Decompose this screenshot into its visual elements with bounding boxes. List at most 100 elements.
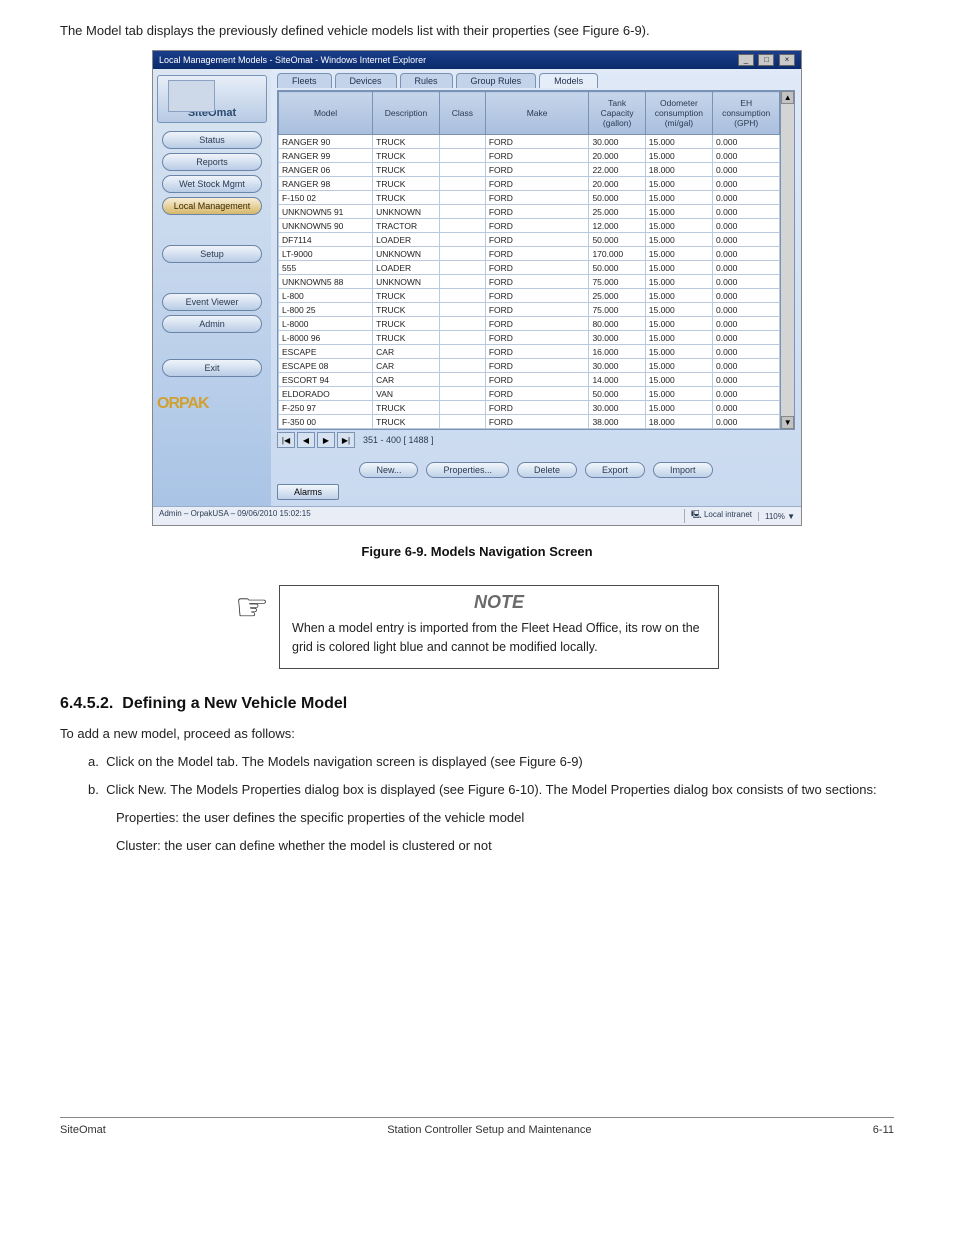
col-header[interactable]: Description [373,92,440,135]
table-cell [439,261,485,275]
table-cell: F-250 97 [279,401,373,415]
figure-caption: Figure 6-9. Models Navigation Screen [60,544,894,559]
table-cell: 0.000 [713,415,780,429]
export-button[interactable]: Export [585,462,645,478]
pager-first-button[interactable]: |◀ [277,432,295,448]
scroll-down-icon[interactable]: ▼ [781,416,794,429]
delete-button[interactable]: Delete [517,462,577,478]
note-box: NOTE When a model entry is imported from… [279,585,719,669]
alarms-button[interactable]: Alarms [277,484,339,500]
table-cell: 15.000 [645,233,712,247]
table-cell: 0.000 [713,233,780,247]
table-cell: 50.000 [589,387,645,401]
table-cell: 30.000 [589,135,645,149]
scroll-up-icon[interactable]: ▲ [781,91,794,104]
table-cell: UNKNOWN [373,275,440,289]
table-cell: 25.000 [589,289,645,303]
tab-rules[interactable]: Rules [400,73,453,88]
window-title-bar: Local Management Models - SiteOmat - Win… [153,51,801,69]
table-row[interactable]: LT-9000UNKNOWNFORD170.00015.0000.000 [279,247,780,261]
pager-last-button[interactable]: ▶| [337,432,355,448]
table-cell: TRUCK [373,331,440,345]
sidebar-item-reports[interactable]: Reports [162,153,262,171]
table-row[interactable]: L-8000 96TRUCKFORD30.00015.0000.000 [279,331,780,345]
col-header[interactable]: Make [485,92,589,135]
new-button[interactable]: New... [359,462,418,478]
sidebar-item-admin[interactable]: Admin [162,315,262,333]
col-header[interactable]: Odometer consumption (mi/gal) [645,92,712,135]
table-row[interactable]: RANGER 98TRUCKFORD20.00015.0000.000 [279,177,780,191]
status-left: Admin – OrpakUSA – 09/06/2010 15:02:15 [159,509,311,523]
table-row[interactable]: F-150 02TRUCKFORD50.00015.0000.000 [279,191,780,205]
properties-button[interactable]: Properties... [426,462,509,478]
close-icon[interactable]: × [779,54,795,66]
table-cell: FORD [485,233,589,247]
sidebar-item-wet-stock-mgmt[interactable]: Wet Stock Mgmt [162,175,262,193]
sidebar-item-status[interactable]: Status [162,131,262,149]
table-cell [439,191,485,205]
table-row[interactable]: RANGER 99TRUCKFORD20.00015.0000.000 [279,149,780,163]
table-cell: 75.000 [589,303,645,317]
table-row[interactable]: ESCAPECARFORD16.00015.0000.000 [279,345,780,359]
import-button[interactable]: Import [653,462,713,478]
col-header[interactable]: Class [439,92,485,135]
intro-paragraph: The Model tab displays the previously de… [60,20,894,42]
table-cell: 18.000 [645,415,712,429]
table-row[interactable]: UNKNOWN5 90TRACTORFORD12.00015.0000.000 [279,219,780,233]
table-row[interactable]: DF7114LOADERFORD50.00015.0000.000 [279,233,780,247]
table-cell: 0.000 [713,177,780,191]
table-cell: 0.000 [713,163,780,177]
tab-group-rules[interactable]: Group Rules [456,73,537,88]
sidebar-item-local-management[interactable]: Local Management [162,197,262,215]
col-header[interactable]: Model [279,92,373,135]
table-row[interactable]: ELDORADOVANFORD50.00015.0000.000 [279,387,780,401]
table-cell: 15.000 [645,359,712,373]
table-cell [439,331,485,345]
table-row[interactable]: 555LOADERFORD50.00015.0000.000 [279,261,780,275]
table-row[interactable]: L-800 25TRUCKFORD75.00015.0000.000 [279,303,780,317]
table-cell: 50.000 [589,233,645,247]
sidebar-item-event-viewer[interactable]: Event Viewer [162,293,262,311]
pager: |◀ ◀ ▶ ▶| 351 - 400 [ 1488 ] [277,432,795,448]
scrollbar[interactable]: ▲ ▼ [780,91,794,429]
status-zoom[interactable]: 110% ▼ [758,512,795,521]
sidebar-item-exit[interactable]: Exit [162,359,262,377]
pager-prev-button[interactable]: ◀ [297,432,315,448]
table-row[interactable]: UNKNOWN5 88UNKNOWNFORD75.00015.0000.000 [279,275,780,289]
table-row[interactable]: L-800TRUCKFORD25.00015.0000.000 [279,289,780,303]
table-row[interactable]: ESCAPE 08CARFORD30.00015.0000.000 [279,359,780,373]
table-cell: F-350 00 [279,415,373,429]
table-cell [439,289,485,303]
sidebar-item-setup[interactable]: Setup [162,245,262,263]
brand-logo: ORPAK [157,395,267,413]
footer-left: SiteOmat [60,1124,106,1136]
table-cell [439,317,485,331]
table-cell: 20.000 [589,149,645,163]
table-cell: FORD [485,163,589,177]
table-row[interactable]: RANGER 90TRUCKFORD30.00015.0000.000 [279,135,780,149]
tab-models[interactable]: Models [539,73,598,88]
table-row[interactable]: UNKNOWN5 91UNKNOWNFORD25.00015.0000.000 [279,205,780,219]
tab-fleets[interactable]: Fleets [277,73,332,88]
col-header[interactable]: EH consumption (GPH) [713,92,780,135]
table-cell: UNKNOWN [373,205,440,219]
table-cell: L-800 [279,289,373,303]
table-row[interactable]: L-8000TRUCKFORD80.00015.0000.000 [279,317,780,331]
table-cell [439,205,485,219]
table-row[interactable]: F-250 97TRUCKFORD30.00015.0000.000 [279,401,780,415]
table-cell [439,303,485,317]
maximize-icon[interactable]: □ [758,54,774,66]
table-cell: FORD [485,331,589,345]
table-cell: 170.000 [589,247,645,261]
tab-devices[interactable]: Devices [335,73,397,88]
table-cell: FORD [485,191,589,205]
table-row[interactable]: RANGER 06TRUCKFORD22.00018.0000.000 [279,163,780,177]
table-row[interactable]: F-350 00TRUCKFORD38.00018.0000.000 [279,415,780,429]
table-cell: LT-9000 [279,247,373,261]
table-row[interactable]: ESCORT 94CARFORD14.00015.0000.000 [279,373,780,387]
table-cell [439,233,485,247]
pager-info: 351 - 400 [ 1488 ] [363,435,434,445]
pager-next-button[interactable]: ▶ [317,432,335,448]
minimize-icon[interactable]: _ [738,54,754,66]
col-header[interactable]: Tank Capacity (gallon) [589,92,645,135]
